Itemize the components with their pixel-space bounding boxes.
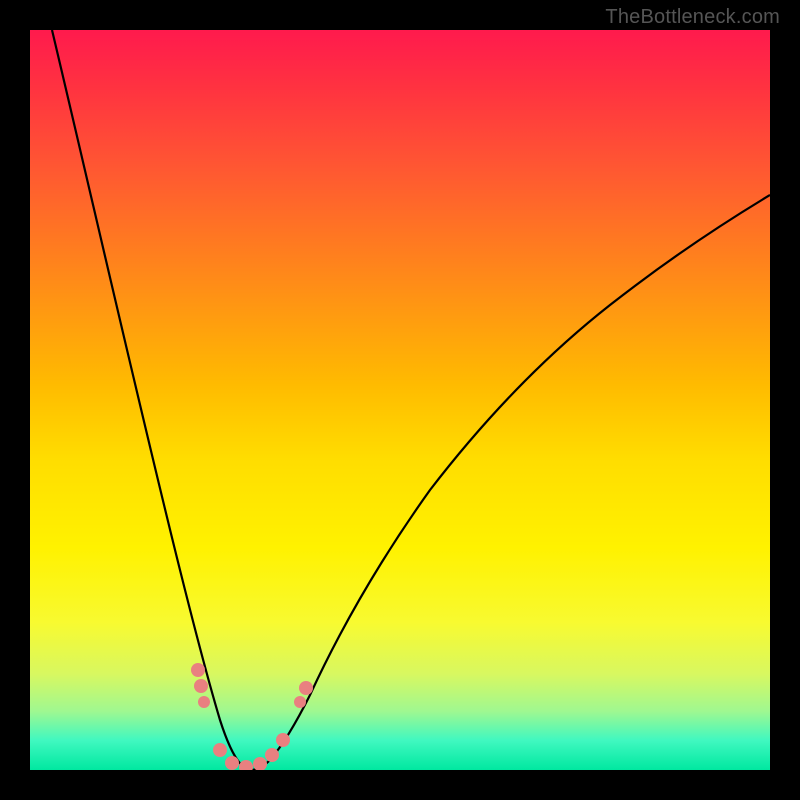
- watermark-text: TheBottleneck.com: [605, 6, 780, 29]
- chart-frame: TheBottleneck.com: [0, 0, 800, 800]
- bottleneck-curve: [30, 30, 770, 770]
- curve-path: [52, 30, 770, 770]
- plot-area: [30, 30, 770, 770]
